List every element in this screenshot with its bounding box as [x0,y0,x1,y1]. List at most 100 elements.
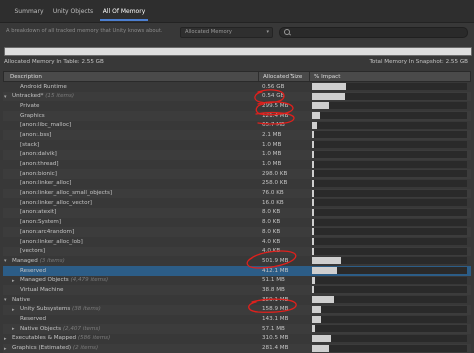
row-description: Unity Subsystems (38 items) [20,306,101,312]
chevron-right-icon[interactable]: ▸ [12,307,15,313]
row-name: Untracked* [12,93,44,100]
table-row[interactable]: ▾ Managed (3 items) 501.9 MB [3,256,471,266]
table-row[interactable]: ▸ Graphics (Estimated) (2 items) 281.4 MB [3,343,471,353]
table-row[interactable]: ▸ Executables & Mapped (586 items) 310.5 M… [3,334,471,344]
row-allocated-size: 8.0 KB [262,228,281,235]
row-description: Reserved [20,268,46,274]
toolbar: A breakdown of all tracked memory that U… [0,24,474,40]
table-row[interactable]: [anon:dalvik] 1.0 MB [3,149,471,160]
table-row[interactable]: [anon:linker_alloc_lob] 4.0 KB [3,237,471,247]
row-name: [anon:dalvik] [20,151,57,158]
row-allocated-size: 57.1 MB [262,325,285,332]
row-allocated-size: 0.56 GB [262,83,285,90]
column-description[interactable]: Description [10,74,42,80]
impact-bar-fill [312,296,334,304]
row-description: [anon:arc4random] [20,229,74,235]
row-description: Android Runtime [20,84,67,90]
impact-bar [312,315,467,323]
chevron-down-icon[interactable]: ▾ [4,258,7,264]
table-row[interactable]: ▾ Untracked* (15 items) 0.54 GB [3,91,471,102]
table-row[interactable]: Reserved 143.1 MB [3,315,471,325]
row-allocated-size: 8.0 KB [262,219,281,226]
column-divider[interactable] [309,72,310,81]
row-description: Managed (3 items) [12,258,65,264]
impact-bar-fill [312,334,331,342]
table-row[interactable]: ▾ Native 359.1 MB [3,295,471,305]
tab-all-of-memory[interactable]: All Of Memory [100,7,148,21]
impact-bar [312,334,467,342]
row-name: Reserved [20,267,47,274]
impact-bar [312,247,467,255]
row-allocated-size: 1.0 MB [262,161,282,167]
row-description: [vectors] [20,248,45,254]
row-allocated-size: 143.1 MB [262,316,289,322]
row-name: Unity Subsystems [20,306,71,313]
impact-bar-fill [312,102,330,110]
tab-unity-objects[interactable]: Unity Objects [50,7,96,19]
row-item-count: (4,479 items) [70,277,109,284]
row-allocated-size: 298.0 KB [262,170,288,177]
chevron-down-icon[interactable]: ▾ [4,297,7,303]
chevron-right-icon[interactable]: ▸ [4,336,7,342]
table-row[interactable]: [anon:libc_malloc] 65.7 MB [3,121,471,131]
search-input[interactable] [279,27,468,38]
row-name: [anon:linker_alloc] [20,180,72,187]
table-row[interactable]: [stack] 1.0 MB [3,140,471,150]
impact-bar [312,131,467,139]
table-row[interactable]: [anon:arc4random] 8.0 KB [3,227,471,237]
row-item-count: (586 items) [77,335,111,342]
table-row[interactable]: [anon:.bss] 2.1 MB [3,130,471,141]
row-allocated-size: 258.0 KB [262,180,288,187]
table-row[interactable]: [anon:linker_alloc_small_objects] 76.0 KB [3,188,471,199]
row-name: Native [12,296,31,303]
table-row[interactable]: [vectors] 4.0 KB [3,246,471,257]
row-name: Managed Objects [20,277,69,284]
memory-table: Android Runtime 0.56 GB ▾ Untracked* (15 it… [3,82,471,353]
impact-bar-fill [312,83,347,90]
table-row[interactable]: ▸ Managed Objects (4,479 items) 51.1 MB [3,276,471,286]
table-row[interactable]: [anon:System] 8.0 KB [3,218,471,228]
row-name: Private [20,102,40,109]
allocated-in-table-label: Allocated Memory In Table: 2.55 GB [4,59,104,65]
table-row[interactable]: ▸ Unity Subsystems (38 items) 158.9 MB [3,304,471,315]
row-description: Native Objects (2,407 items) [20,326,101,332]
column-divider[interactable] [258,72,259,81]
impact-bar-fill [312,267,337,275]
row-allocated-size: 8.0 KB [262,209,281,216]
tab-summary[interactable]: Summary [10,7,48,19]
row-name: [anon:linker_alloc_vector] [20,199,92,206]
column-impact[interactable]: % Impact [314,74,340,80]
impact-bar-fill [312,179,314,187]
table-row[interactable]: Private 299.5 MB [3,101,471,111]
table-row[interactable]: [anon:linker_alloc_vector] 16.0 KB [3,198,471,208]
table-row[interactable]: Android Runtime 0.56 GB [3,82,471,92]
table-row[interactable]: [anon:linker_alloc] 258.0 KB [3,179,471,189]
row-name: Graphics (Estimated) [12,345,72,352]
impact-bar-fill [312,150,314,158]
table-row[interactable]: Reserved 412.1 MB [3,266,471,276]
total-in-snapshot-label: Total Memory In Snapshot: 2.55 GB [369,59,468,65]
table-row[interactable]: [anon:bionic] 298.0 KB [3,169,471,179]
table-row[interactable]: [anon:atexit] 8.0 KB [3,207,471,218]
row-allocated-size: 4.0 KB [262,248,281,255]
row-description: Native [12,297,30,303]
table-row[interactable]: ▸ Native Objects (2,407 items) 57.1 MB [3,324,471,334]
memory-type-dropdown[interactable]: Allocated Memory ▾ [180,27,273,38]
row-name: Executables & Mapped [12,335,77,342]
row-allocated-size: 158.9 MB [262,306,289,313]
row-name: [anon:linker_alloc_lob] [20,238,83,245]
impact-bar [312,189,467,197]
row-name: [anon:libc_malloc] [20,122,72,129]
row-name: Native Objects [20,325,62,332]
memory-usage-bar [4,47,472,56]
chevron-right-icon[interactable]: ▸ [12,326,15,332]
impact-bar [312,141,467,149]
table-row[interactable]: [anon:thread] 1.0 MB [3,160,471,170]
table-row[interactable]: Virtual Machine 38.8 MB [3,285,471,296]
chevron-down-icon[interactable]: ▾ [4,94,7,100]
table-row[interactable]: Graphics 121.4 MB [3,111,471,121]
chevron-down-icon: ▾ [266,29,269,35]
row-allocated-size: 310.5 MB [262,335,289,342]
chevron-right-icon[interactable]: ▸ [12,278,15,284]
column-allocated-size[interactable]: Allocated Size [263,74,302,80]
